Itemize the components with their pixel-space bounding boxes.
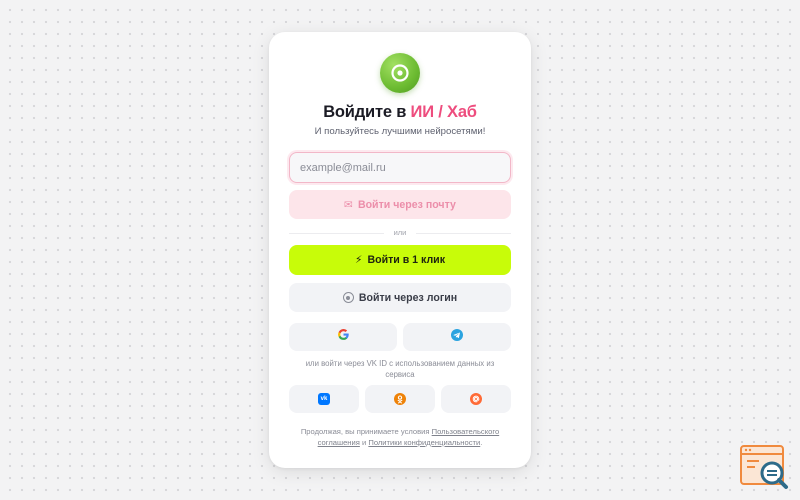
google-login-button[interactable]	[289, 323, 397, 351]
divider-line-right	[416, 233, 511, 234]
email-login-label: Войти через почту	[357, 198, 456, 211]
logo-icon	[380, 53, 420, 93]
envelope-icon: ✉	[344, 198, 353, 211]
vk-login-button[interactable]: vk	[289, 385, 359, 413]
telegram-login-button[interactable]	[403, 323, 511, 351]
title-brand: ИИ / Хаб	[410, 103, 477, 121]
radio-circle-icon	[342, 292, 354, 303]
terms-and: и	[361, 437, 367, 447]
username-login-button[interactable]: Войти через логин	[289, 283, 511, 312]
page-subtitle: И пользуйтесь лучшими нейросетями!	[314, 126, 486, 137]
telegram-icon	[451, 328, 463, 346]
page-title: Войдите в ИИ / Хаб	[269, 103, 531, 122]
privacy-policy-link[interactable]: Политики конфиденциальности	[368, 438, 480, 447]
google-icon	[337, 328, 350, 346]
terms-suffix: .	[480, 437, 483, 447]
login-card: Войдите в ИИ / Хаб И пользуйтесь лучшими…	[269, 32, 531, 468]
divider: или	[289, 227, 511, 239]
search-widget-icon[interactable]	[739, 444, 791, 490]
ok-login-button[interactable]	[365, 385, 435, 413]
vk-icon: vk	[318, 393, 330, 405]
email-login-button[interactable]: ✉ Войти через почту	[289, 190, 511, 219]
mail-ru-icon	[470, 393, 482, 405]
vk-id-note: или войти через VK ID с использованием д…	[305, 359, 495, 379]
mail-login-button[interactable]	[441, 385, 511, 413]
lightning-icon: ⚡	[355, 254, 363, 266]
email-input[interactable]	[289, 152, 511, 183]
oneclick-login-label: Войти в 1 клик	[367, 254, 445, 266]
username-login-label: Войти через логин	[358, 291, 458, 304]
terms-text: Продолжая, вы принимаете условия Пользов…	[287, 427, 513, 448]
ok-icon	[394, 393, 406, 405]
oneclick-login-button[interactable]: ⚡ Войти в 1 клик	[289, 245, 511, 275]
terms-prefix: Продолжая, вы принимаете условия	[300, 427, 430, 436]
title-prefix: Войдите в	[323, 103, 407, 121]
